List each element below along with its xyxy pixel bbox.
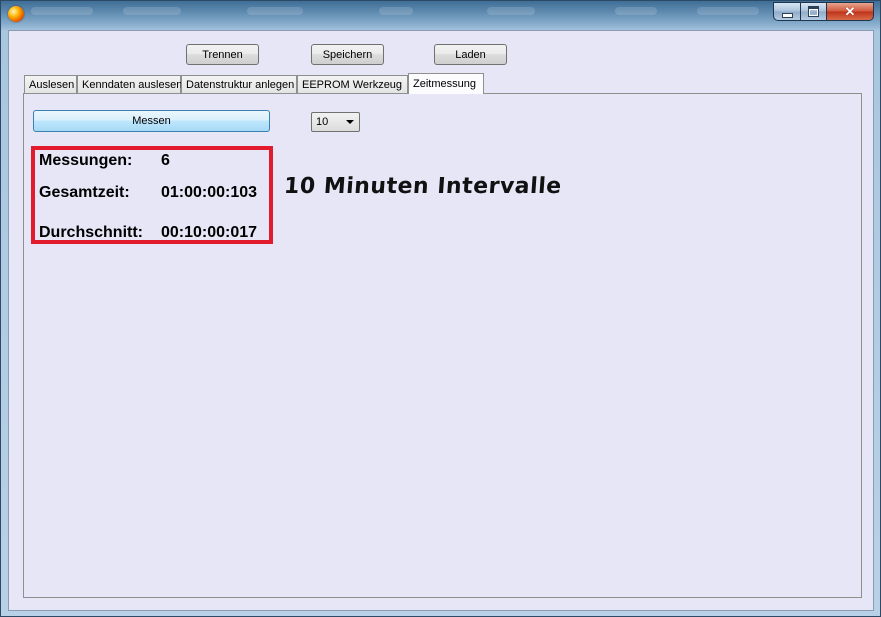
stats-highlight-box: Messungen: 6 Gesamtzeit: 01:00:00:103 Du…	[31, 146, 273, 244]
blurred-title-segment	[123, 7, 181, 15]
tab-datenstruktur-anlegen[interactable]: Datenstruktur anlegen	[181, 75, 297, 93]
total-time-label: Gesamtzeit:	[39, 184, 130, 201]
chevron-down-icon	[346, 120, 354, 124]
client-area: Trennen Speichern Laden Auslesen Kenndat…	[8, 30, 874, 611]
measure-button[interactable]: Messen	[33, 110, 270, 132]
tab-kenndaten-auslesen[interactable]: Kenndaten auslesen	[77, 75, 182, 93]
maximize-icon	[808, 6, 819, 17]
interval-selected-value: 10	[316, 116, 329, 128]
load-button[interactable]: Laden	[434, 44, 507, 65]
close-button[interactable]: ✕	[827, 2, 874, 21]
maximize-button[interactable]	[800, 2, 827, 21]
interval-dropdown[interactable]: 10	[311, 112, 360, 132]
blurred-title-segment	[615, 7, 657, 15]
count-value: 6	[161, 152, 170, 169]
save-button[interactable]: Speichern	[311, 44, 384, 65]
app-orb-icon[interactable]	[8, 6, 24, 22]
tab-zeitmessung[interactable]: Zeitmessung	[408, 73, 484, 94]
application-window: ✕ Trennen Speichern Laden Auslesen Kennd…	[0, 0, 881, 617]
title-bar[interactable]: ✕	[1, 1, 880, 29]
close-icon: ✕	[844, 3, 856, 19]
zeitmessung-tab-page: Messen 10 Messungen: 6 Gesamtzeit: 01:00…	[23, 93, 862, 598]
blurred-title-segment	[247, 7, 303, 15]
disconnect-button[interactable]: Trennen	[186, 44, 259, 65]
average-value: 00:10:00:017	[161, 224, 258, 241]
tab-eeprom-werkzeug[interactable]: EEPROM Werkzeug	[297, 75, 408, 93]
total-time-value: 01:00:00:103	[161, 184, 258, 201]
interval-annotation: 10 Minuten Intervalle	[283, 174, 563, 199]
blurred-title-segment	[379, 7, 413, 15]
blurred-title-segment	[31, 7, 93, 15]
average-label: Durchschnitt:	[39, 224, 143, 241]
blurred-title-segment	[487, 7, 535, 15]
blurred-title-segment	[697, 7, 759, 15]
minimize-button[interactable]	[773, 2, 800, 21]
tab-auslesen[interactable]: Auslesen	[24, 75, 77, 93]
minimize-icon	[781, 12, 793, 18]
caption-buttons: ✕	[773, 2, 874, 21]
count-label: Messungen:	[39, 152, 133, 169]
